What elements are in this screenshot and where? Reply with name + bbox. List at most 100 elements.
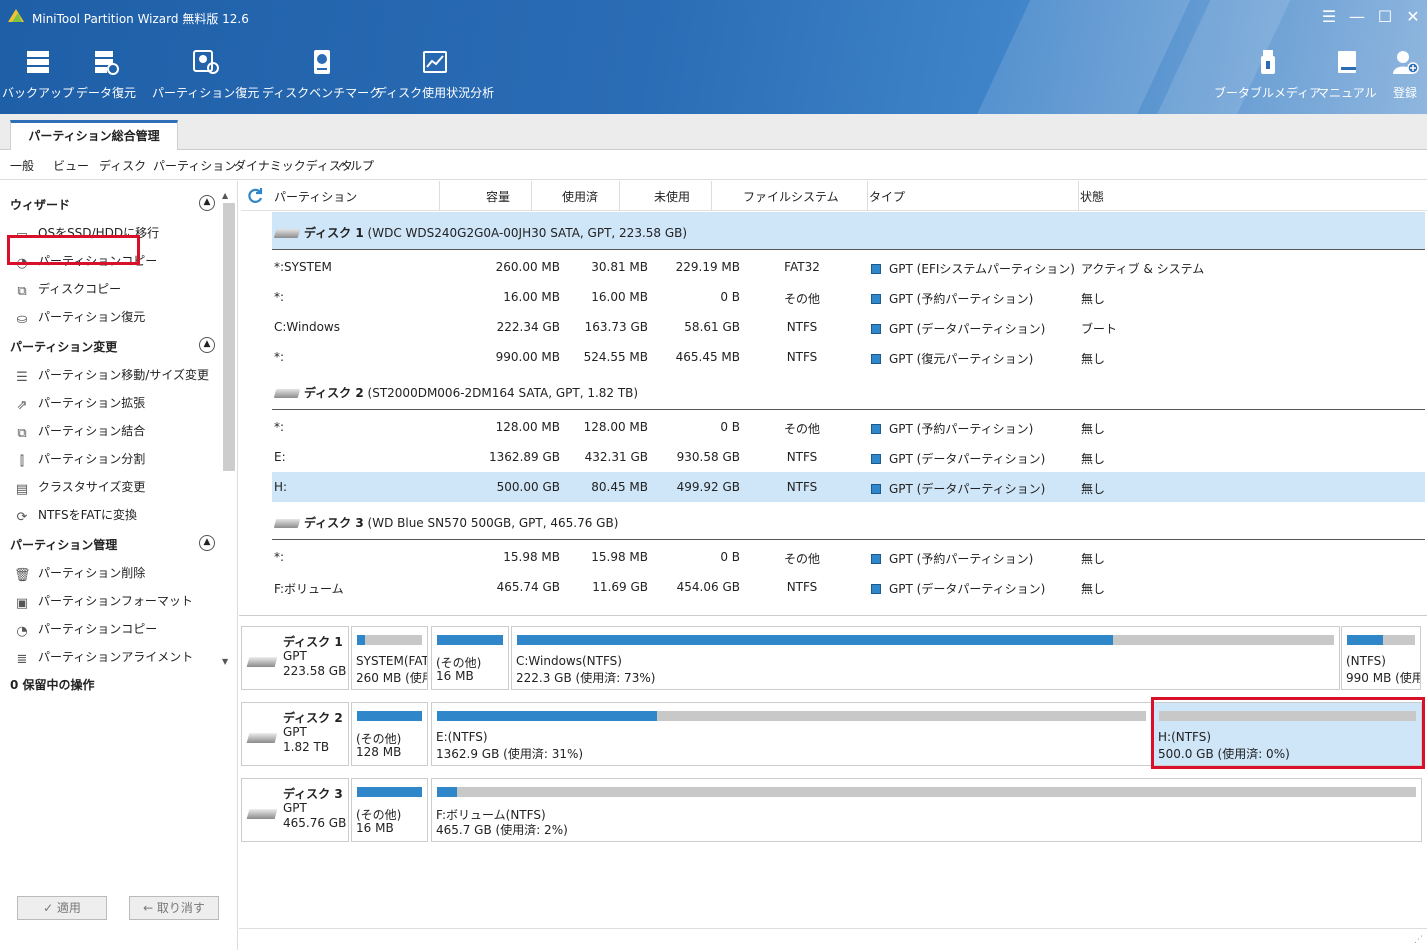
menu-icon[interactable]: ☰ [1318,6,1340,28]
disk-icon [273,389,301,398]
minimize-button[interactable]: — [1346,6,1368,28]
column-filesystem[interactable]: ファイルシステム [743,188,839,205]
disk-type: GPT [283,649,307,663]
collapse-icon[interactable]: ▲ [199,337,215,353]
action-sidebar: ウィザード ▲ ▭ OSをSSD/HDDに移行 ◔ パーティションコピー ⧉ ディスク… [0,181,238,950]
sidebar-item-delete[interactable]: 🗑 パーティション削除 [14,564,145,583]
scroll-up-icon[interactable]: ▲ [222,191,228,200]
bootable-media-icon [1260,50,1275,74]
menu-partition[interactable]: パーティション [153,157,236,174]
register-icon [1393,51,1419,74]
disk-icon [273,519,301,528]
sidebar-item-extend[interactable]: ⇗ パーティション拡張 [14,394,146,413]
disk-row[interactable]: ディスク 1 (WDC WDS240G2G0A-00JH30 SATA, GPT… [272,212,1425,250]
partition-block[interactable]: (その他) 128 MB [351,702,428,766]
cell-type: GPT (予約パーティション) [871,550,1033,567]
toolbar-partition-recovery-button[interactable]: パーティション復元 [152,48,259,101]
table-row[interactable]: *: 16.00 MB 16.00 MB 0 B その他 GPT (予約パーティション) 無… [272,282,1425,312]
maximize-button[interactable]: ☐ [1374,6,1396,28]
sidebar-item-split[interactable]: ⫿ パーティション分割 [14,450,145,469]
menu-dynamic-disk[interactable]: ダイナミックディスク [234,157,353,174]
column-type[interactable]: タイプ [869,188,905,205]
cell-used: 80.45 MB [591,480,648,494]
column-status[interactable]: 状態 [1080,188,1104,205]
table-row[interactable]: *: 128.00 MB 128.00 MB 0 B その他 GPT (予約パーティション… [272,412,1425,442]
partition-block[interactable]: E:(NTFS) 1362.9 GB (使用済: 31%) [431,702,1152,766]
cell-type: GPT (データパーティション) [871,480,1045,497]
sidebar-item-format[interactable]: ▣ パーティションフォーマット [14,592,193,611]
partition-block[interactable]: SYSTEM(FAT3 260 MB (使用 [351,626,428,690]
cell-capacity: 15.98 MB [503,550,560,564]
partition-block[interactable]: (NTFS) 990 MB (使用 [1341,626,1421,690]
column-partition[interactable]: パーティション [274,188,357,205]
type-text: GPT (予約パーティション) [889,552,1034,566]
sidebar-item-copy-disk[interactable]: ⧉ ディスクコピー [14,280,121,299]
type-text: GPT (EFIシステムパーティション) [889,262,1075,276]
undo-button[interactable]: ← 取り消す [129,896,219,920]
toolbar-space-analyzer-button[interactable]: ディスク使用状況分析 [375,48,494,101]
close-button[interactable]: ✕ [1402,6,1424,28]
resize-grip-icon[interactable]: ⋰ [1414,935,1423,945]
sidebar-item-move-resize[interactable]: ☰ パーティション移動/サイズ変更 [14,366,209,385]
toolbar-data-recovery-button[interactable]: データ復元 [76,48,136,101]
partition-block[interactable]: (その他) 16 MB [351,778,428,842]
toolbar-label: バックアップ [2,86,75,100]
disk-row[interactable]: ディスク 2 (ST2000DM006-2DM164 SATA, GPT, 1.… [272,372,1425,410]
disk-map-card[interactable]: ディスク 3 GPT 465.76 GB [241,778,349,842]
toolbar-label: ディスク使用状況分析 [375,86,495,100]
table-row[interactable]: F:ボリューム 465.74 GB 11.69 GB 454.06 GB NTFS GPT… [272,572,1425,602]
disk-type: GPT [283,725,307,739]
menu-help[interactable]: ヘルプ [338,157,374,174]
table-row[interactable]: C:Windows 222.34 GB 163.73 GB 58.61 GB NTFS G… [272,312,1425,342]
sidebar-item-ntfs-to-fat[interactable]: ⟳ NTFSをFATに変換 [14,506,137,525]
toolbar-bootable-media-button[interactable]: ブータブルメディア [1214,48,1321,101]
menu-general[interactable]: 一般 [10,157,34,174]
table-row[interactable]: *: 15.98 MB 15.98 MB 0 B その他 GPT (予約パーティション) 無… [272,542,1425,572]
disk-row[interactable]: ディスク 3 (WD Blue SN570 500GB, GPT, 465.76… [272,502,1425,540]
menu-view[interactable]: ビュー [53,157,89,174]
table-row[interactable]: *:SYSTEM 260.00 MB 30.81 MB 229.19 MB FAT32 G… [272,252,1425,282]
sidebar-item-merge[interactable]: ⧉ パーティション結合 [14,422,145,441]
type-text: GPT (データパーティション) [889,482,1046,496]
tab-partition-management[interactable]: パーティション総合管理 [10,120,178,150]
table-row[interactable]: H: 500.00 GB 80.45 MB 499.92 GB NTFS GPT (データ… [272,472,1425,502]
sidebar-item-cluster-size[interactable]: ▤ クラスタサイズ変更 [14,478,146,497]
usage-bar [437,787,1416,797]
toolbar-backup-button[interactable]: バックアップ [2,48,74,101]
sidebar-item-partition-recovery[interactable]: ⛀ パーティション復元 [14,308,146,327]
sidebar-item-align[interactable]: ≣ パーティションアライメント [14,648,194,667]
partition-size: 1362.9 GB (使用済: 31%) [436,747,584,761]
backup-icon [27,51,49,73]
column-unused[interactable]: 未使用 [654,188,690,205]
table-row[interactable]: *: 990.00 MB 524.55 MB 465.45 MB NTFS GPT (復元… [272,342,1425,372]
partition-label: SYSTEM(FAT3 [356,654,427,668]
menu-disk[interactable]: ディスク [99,157,146,174]
sidebar-group-title: ウィザード [10,198,71,212]
disk-map-card[interactable]: ディスク 2 GPT 1.82 TB [241,702,349,766]
collapse-icon[interactable]: ▲ [199,535,215,551]
apply-button[interactable]: ✓ 適用 [17,896,107,920]
partition-block[interactable]: (その他) 16 MB [431,626,509,690]
toolbar-disk-benchmark-button[interactable]: ディスクベンチマーク [262,48,381,101]
toolbar-register-button[interactable]: 登録 [1391,48,1419,101]
cell-filesystem: その他 [783,422,820,436]
scroll-down-icon[interactable]: ▼ [222,657,228,666]
partition-label: E:(NTFS) [436,730,488,744]
sidebar-scroll-thumb[interactable] [223,203,235,471]
disk-info: (WDC WDS240G2G0A-00JH30 SATA, GPT, 223.5… [367,226,688,240]
partition-block[interactable]: C:Windows(NTFS) 222.3 GB (使用済: 73%) [511,626,1340,690]
table-row[interactable]: E: 1362.89 GB 432.31 GB 930.58 GB NTFS GPT (デ… [272,442,1425,472]
sidebar-item-copy-partition-2[interactable]: ◔ パーティションコピー [14,620,157,639]
refresh-icon[interactable] [246,187,264,205]
sidebar-item-label: パーティションアライメント [38,650,194,664]
collapse-icon[interactable]: ▲ [199,195,215,211]
disk-map-card[interactable]: ディスク 1 GPT 223.58 GB [241,626,349,690]
usage-bar [357,787,422,797]
column-capacity[interactable]: 容量 [486,188,510,205]
cell-capacity: 465.74 GB [496,580,560,594]
partition-block[interactable]: F:ボリューム(NTFS) 465.7 GB (使用済: 2%) [431,778,1422,842]
status-bar: ⋰ [239,928,1427,950]
partition-size: 222.3 GB (使用済: 73%) [516,671,656,685]
toolbar-manual-button[interactable]: マニュアル [1317,48,1377,101]
column-used[interactable]: 使用済 [562,188,598,205]
